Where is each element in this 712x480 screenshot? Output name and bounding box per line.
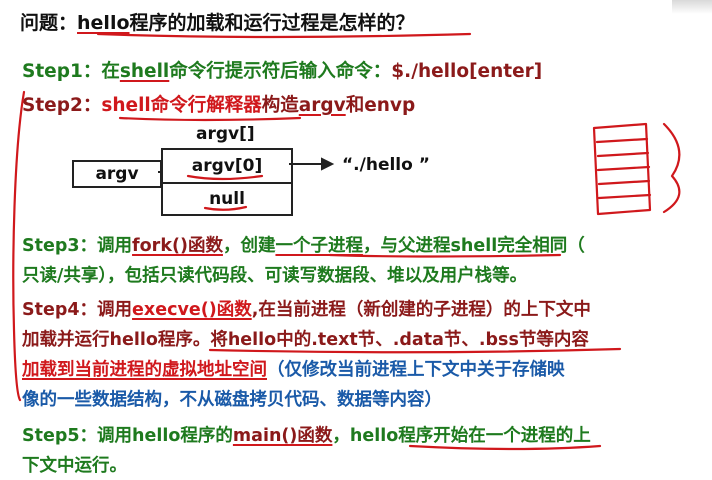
step3-underline-mark (328, 253, 562, 258)
string-arrow-head (321, 157, 335, 171)
step4-underline-mark (208, 347, 622, 354)
stack-sketch-bracket (662, 122, 681, 214)
null-underline-mark (203, 205, 248, 211)
step2-underline-mark (118, 116, 302, 122)
left-margin-bracket (12, 90, 26, 402)
step5-underline-mark (408, 444, 602, 451)
handwritten-annotations (12, 32, 681, 451)
argv0-underline-mark (186, 174, 264, 181)
title-underline-mark (96, 32, 472, 39)
